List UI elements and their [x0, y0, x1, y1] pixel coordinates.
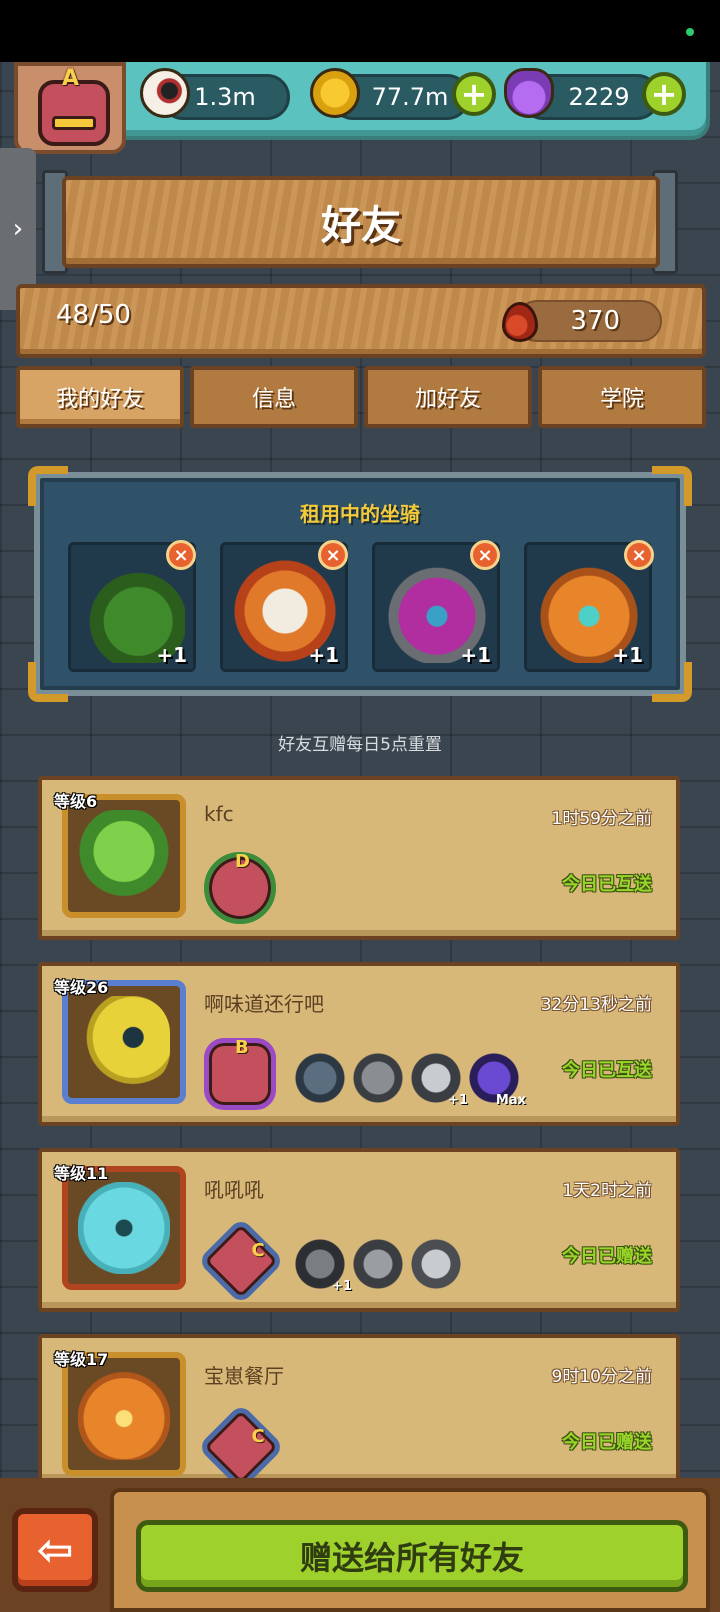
friends-tabs: 我的好友 信息 加好友 学院: [16, 366, 706, 428]
tab-label: 信息: [251, 387, 296, 412]
tab-add-friend[interactable]: 加好友: [364, 366, 532, 428]
title-plank: 好友: [62, 176, 660, 268]
coins-value: 77.7m: [371, 83, 449, 111]
tab-messages[interactable]: 信息: [190, 366, 358, 428]
mount-bonus: +1: [308, 643, 339, 667]
tab-academy[interactable]: 学院: [538, 366, 706, 428]
close-glyph: ×: [325, 544, 341, 566]
blood-value: 370: [570, 306, 620, 336]
friend-name: kfc: [204, 802, 234, 826]
potion-icon: [504, 68, 554, 118]
player-avatar[interactable]: A: [14, 62, 126, 154]
back-button[interactable]: ⇦: [12, 1508, 98, 1592]
teeth-icon: [52, 116, 96, 130]
close-glyph: ×: [631, 544, 647, 566]
friend-card[interactable]: 等级11 吼吼吼 1天2时之前 今日已赠送 C +1: [38, 1148, 680, 1312]
friend-avatar[interactable]: [62, 1352, 186, 1476]
friend-avatar[interactable]: [62, 794, 186, 918]
plus-icon: +: [650, 75, 678, 113]
ghost-monster-icon: [78, 1182, 170, 1274]
spiky-mount-icon: +1: [294, 1238, 352, 1294]
friend-avatar[interactable]: [62, 1166, 186, 1290]
blood-drop-icon: [502, 302, 538, 342]
lion-mount-icon: +1: [410, 1052, 468, 1108]
friend-count: 48/50: [56, 300, 131, 330]
lettuce-monster-icon: [78, 810, 170, 902]
close-icon[interactable]: ×: [166, 540, 196, 570]
friend-card[interactable]: 等级17 宝崽餐厅 9时10分之前 今日已赠送 C: [38, 1334, 680, 1491]
gift-status: 今日已互送: [562, 1060, 652, 1081]
close-icon[interactable]: ×: [318, 540, 348, 570]
eyeball-icon: [140, 68, 190, 118]
panel-corner: [652, 662, 692, 702]
friend-name: 啊味道还行吧: [204, 992, 324, 1016]
camera-indicator-icon: [686, 28, 694, 36]
friend-name: 吼吼吼: [204, 1178, 264, 1202]
close-glyph: ×: [173, 544, 189, 566]
add-potions-button[interactable]: +: [642, 72, 686, 116]
badge-rank: C: [251, 1425, 265, 1447]
rank-badge: B: [204, 1037, 276, 1110]
gift-status: 今日已赠送: [562, 1246, 652, 1267]
badge-rank: D: [235, 851, 250, 872]
daily-reset-note: 好友互赠每日5点重置: [278, 735, 442, 755]
tab-my-friends[interactable]: 我的好友: [16, 366, 184, 428]
coin-icon: [310, 68, 360, 118]
page-title: 好友: [321, 203, 401, 249]
friend-level: 等级11: [54, 1164, 109, 1183]
friend-last-seen: 1天2时之前: [562, 1181, 652, 1201]
tab-label: 我的好友: [55, 387, 144, 412]
friend-last-seen: 9时10分之前: [551, 1367, 652, 1387]
yellow-fish-monster-icon: [78, 996, 170, 1088]
friend-avatar[interactable]: [62, 980, 186, 1104]
fish-mount-icon: [352, 1238, 404, 1290]
back-arrow-icon: ⇦: [36, 1524, 74, 1576]
panel-corner: [28, 662, 68, 702]
mount-bonus: +1: [612, 643, 643, 667]
mini-tag: +1: [448, 1093, 468, 1108]
badge-rank: C: [251, 1239, 265, 1261]
tab-label: 学院: [599, 387, 644, 412]
status-bar: [0, 0, 720, 62]
friend-level: 等级6: [54, 792, 98, 811]
chevron-right-icon: ›: [12, 214, 24, 244]
robot-arm-mount-icon: [294, 1052, 346, 1104]
gift-all-button[interactable]: 赠送给所有好友: [136, 1520, 688, 1592]
pumpkin-monster-icon: [78, 1368, 170, 1460]
gift-all-label: 赠送给所有好友: [299, 1539, 524, 1577]
purple-rose-mount-icon: Max: [468, 1052, 526, 1108]
friend-level: 等级17: [54, 1350, 109, 1369]
mini-tag: Max: [495, 1093, 526, 1108]
rank-badge: D: [204, 851, 276, 924]
mount-bonus: +1: [460, 643, 491, 667]
badge-rank: B: [235, 1037, 249, 1058]
mini-tag: +1: [332, 1279, 352, 1294]
friend-name: 宝崽餐厅: [204, 1364, 284, 1388]
horned-monster-mount-icon: [352, 1052, 404, 1104]
tab-label: 加好友: [414, 387, 481, 412]
rank-badge: C: [197, 1217, 285, 1305]
mounts-title: 租用中的坐骑: [300, 502, 420, 526]
add-coins-button[interactable]: +: [452, 72, 496, 116]
friend-card[interactable]: 等级6 kfc 1时59分之前 今日已互送 D: [38, 776, 680, 940]
mount-bonus: +1: [156, 643, 187, 667]
close-icon[interactable]: ×: [624, 540, 654, 570]
friend-last-seen: 1时59分之前: [551, 809, 652, 829]
blood-counter: 370: [516, 300, 662, 342]
friend-last-seen: 32分13秒之前: [540, 995, 652, 1015]
eyes-value: 1.3m: [194, 83, 256, 111]
puffer-mount-icon: [410, 1238, 462, 1290]
close-glyph: ×: [477, 544, 493, 566]
plus-icon: +: [460, 75, 488, 113]
potions-value: 2229: [568, 83, 630, 111]
gift-status: 今日已互送: [562, 874, 652, 895]
gift-status: 今日已赠送: [562, 1432, 652, 1453]
close-icon[interactable]: ×: [470, 540, 500, 570]
friend-card[interactable]: 等级26 啊味道还行吧 32分13秒之前 今日已互送 B +1 Max: [38, 962, 680, 1126]
friend-level: 等级26: [54, 978, 109, 997]
player-rank: A: [62, 66, 80, 91]
